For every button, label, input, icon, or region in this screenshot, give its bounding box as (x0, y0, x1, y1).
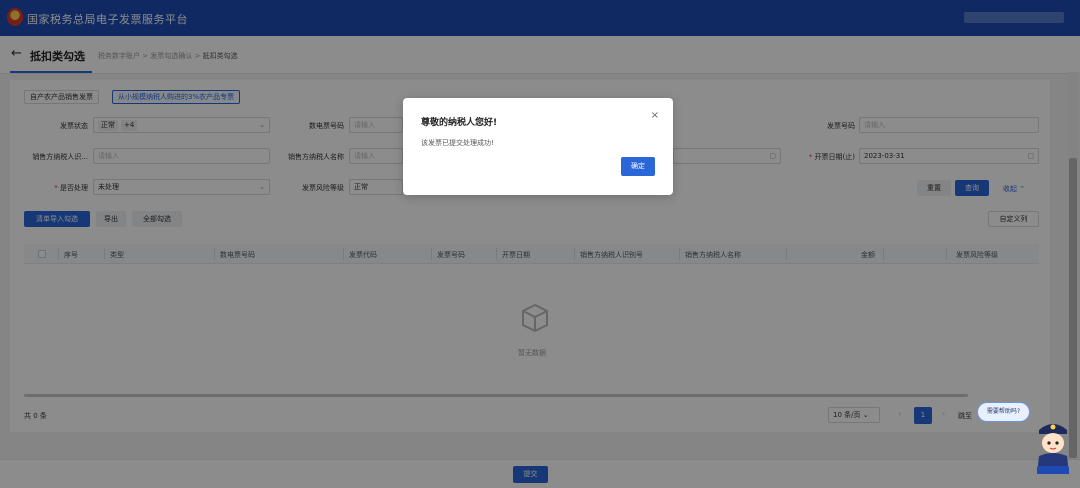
dialog-message: 该发票已提交处理成功! (421, 139, 494, 147)
modal-overlay[interactable] (0, 0, 1080, 488)
dialog-title: 尊敬的纳税人您好! (421, 118, 498, 128)
assistant-avatar-icon[interactable] (1031, 416, 1075, 476)
confirm-button[interactable]: 确定 (621, 157, 655, 176)
success-dialog: 尊敬的纳税人您好! × 该发票已提交处理成功! 确定 (403, 98, 673, 195)
close-icon[interactable]: × (651, 110, 659, 121)
assistant-bubble[interactable]: 需要帮助吗? (977, 402, 1030, 422)
